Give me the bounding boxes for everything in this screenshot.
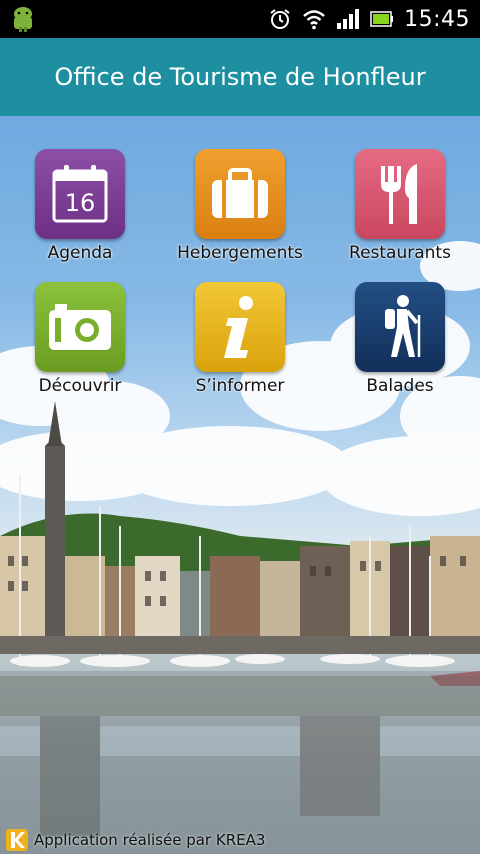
fork-knife-icon [381, 164, 417, 224]
menu-item-decouvrir[interactable]: Découvrir [0, 282, 160, 396]
krea3-logo-icon [6, 829, 28, 851]
menu-item-balades[interactable]: Balades [320, 282, 480, 396]
menu-item-agenda[interactable]: 16 Agenda [0, 149, 160, 263]
calendar-day: 16 [65, 189, 96, 217]
camera-icon [49, 304, 111, 350]
app-header: Office de Tourisme de Honfleur [0, 38, 480, 116]
sinformer-tile[interactable] [195, 282, 285, 372]
menu-label-agenda: Agenda [47, 243, 113, 263]
calendar-icon: 16 [52, 165, 108, 223]
hebergements-tile[interactable] [195, 149, 285, 239]
footer-credit[interactable]: Application réalisée par KREA3 [34, 831, 265, 849]
menu-label-restaurants: Restaurants [349, 243, 451, 263]
menu-item-hebergements[interactable]: Hebergements [160, 149, 320, 263]
restaurants-tile[interactable] [355, 149, 445, 239]
info-icon [224, 296, 253, 358]
menu-label-sinformer: S’informer [195, 376, 285, 396]
battery-icon [370, 11, 394, 27]
menu-item-sinformer[interactable]: S’informer [160, 282, 320, 396]
menu-label-balades: Balades [366, 376, 434, 396]
alarm-icon [270, 9, 290, 29]
page-title: Office de Tourisme de Honfleur [54, 63, 426, 91]
status-bar: 15:45 [0, 0, 480, 38]
footer: Application réalisée par KREA3 [0, 826, 480, 854]
clock: 15:45 [404, 6, 470, 32]
menu-label-hebergements: Hebergements [177, 243, 303, 263]
wifi-icon [303, 10, 325, 30]
menu-label-decouvrir: Découvrir [38, 376, 122, 396]
decouvrir-tile[interactable] [35, 282, 125, 372]
signal-icon [337, 9, 360, 29]
menu-item-restaurants[interactable]: Restaurants [320, 149, 480, 263]
hiker-icon [385, 295, 421, 357]
balades-tile[interactable] [355, 282, 445, 372]
agenda-tile[interactable]: 16 [35, 149, 125, 239]
suitcase-icon [212, 168, 268, 218]
android-icon [14, 7, 32, 32]
